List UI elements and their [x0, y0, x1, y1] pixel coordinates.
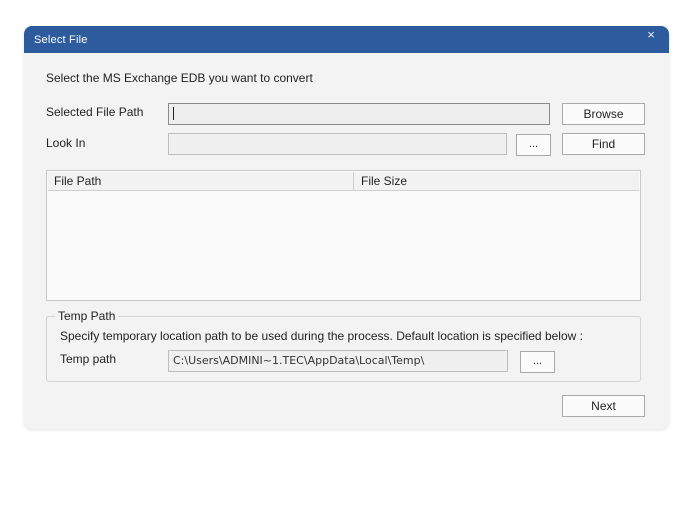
dialog-title: Select File — [34, 34, 88, 46]
temp-path-browse-button[interactable]: ... — [520, 351, 555, 373]
temp-path-description: Specify temporary location path to be us… — [60, 329, 583, 343]
column-header-file-path[interactable]: File Path — [48, 172, 354, 191]
dialog-titlebar: Select File × — [24, 26, 669, 53]
browse-button[interactable]: Browse — [562, 103, 645, 125]
select-file-dialog: Select File × Select the MS Exchange EDB… — [24, 26, 669, 429]
temp-path-group: Temp Path Specify temporary location pat… — [46, 309, 641, 382]
column-header-file-size[interactable]: File Size — [355, 172, 639, 191]
temp-path-label: Temp path — [60, 352, 117, 366]
close-icon[interactable]: × — [643, 27, 659, 43]
file-list-grid[interactable]: File Path File Size — [46, 170, 641, 301]
look-in-input[interactable] — [168, 133, 507, 155]
file-list-header: File Path File Size — [48, 172, 639, 191]
look-in-label: Look In — [46, 136, 86, 150]
selected-file-path-label: Selected File Path — [46, 105, 144, 119]
temp-path-input[interactable]: C:\Users\ADMINI~1.TEC\AppData\Local\Temp… — [168, 350, 508, 372]
temp-path-group-title: Temp Path — [55, 309, 119, 323]
look-in-browse-button[interactable]: ... — [516, 134, 551, 156]
next-button[interactable]: Next — [562, 395, 645, 417]
text-caret — [173, 107, 174, 120]
instruction-text: Select the MS Exchange EDB you want to c… — [46, 71, 313, 85]
find-button[interactable]: Find — [562, 133, 645, 155]
selected-file-path-input[interactable] — [168, 103, 550, 125]
